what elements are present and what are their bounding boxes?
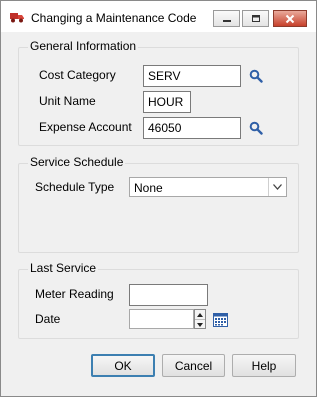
unit-name-field[interactable]: HOUR	[143, 91, 191, 113]
expense-account-field[interactable]: 46050	[143, 117, 241, 139]
ok-button[interactable]: OK	[91, 354, 155, 377]
schedule-type-select[interactable]: None	[129, 177, 287, 197]
group-label: Last Service	[28, 261, 99, 275]
group-label: General Information	[28, 39, 139, 53]
cancel-button[interactable]: Cancel	[162, 354, 225, 377]
date-stepper[interactable]	[194, 309, 206, 329]
minimize-button[interactable]	[213, 10, 240, 27]
meter-reading-field[interactable]	[129, 284, 208, 306]
help-button[interactable]: Help	[232, 354, 296, 377]
search-icon[interactable]	[249, 121, 263, 135]
chevron-up-icon[interactable]	[195, 310, 205, 320]
cost-category-label: Cost Category	[39, 68, 116, 82]
maximize-icon	[251, 15, 260, 22]
cost-category-field[interactable]: SERV	[143, 65, 241, 87]
schedule-type-value: None	[134, 181, 163, 195]
unit-name-label: Unit Name	[39, 94, 96, 108]
maximize-button[interactable]	[242, 10, 269, 27]
truck-icon	[10, 13, 24, 23]
title-bar[interactable]: Changing a Maintenance Code	[1, 1, 316, 32]
minimize-icon	[222, 19, 231, 22]
calendar-icon[interactable]	[213, 312, 228, 327]
dialog-window: Changing a Maintenance Code General Info…	[0, 0, 317, 397]
date-field[interactable]	[129, 309, 194, 329]
chevron-down-icon[interactable]	[195, 320, 205, 329]
schedule-type-label: Schedule Type	[35, 180, 115, 194]
group-label: Service Schedule	[28, 155, 126, 169]
meter-reading-label: Meter Reading	[35, 287, 114, 301]
close-icon	[285, 14, 295, 23]
date-label: Date	[35, 312, 61, 326]
window-title: Changing a Maintenance Code	[31, 11, 197, 25]
chevron-down-icon[interactable]	[268, 178, 286, 196]
expense-account-label: Expense Account	[39, 120, 132, 134]
close-button[interactable]	[273, 10, 307, 27]
search-icon[interactable]	[249, 69, 263, 83]
